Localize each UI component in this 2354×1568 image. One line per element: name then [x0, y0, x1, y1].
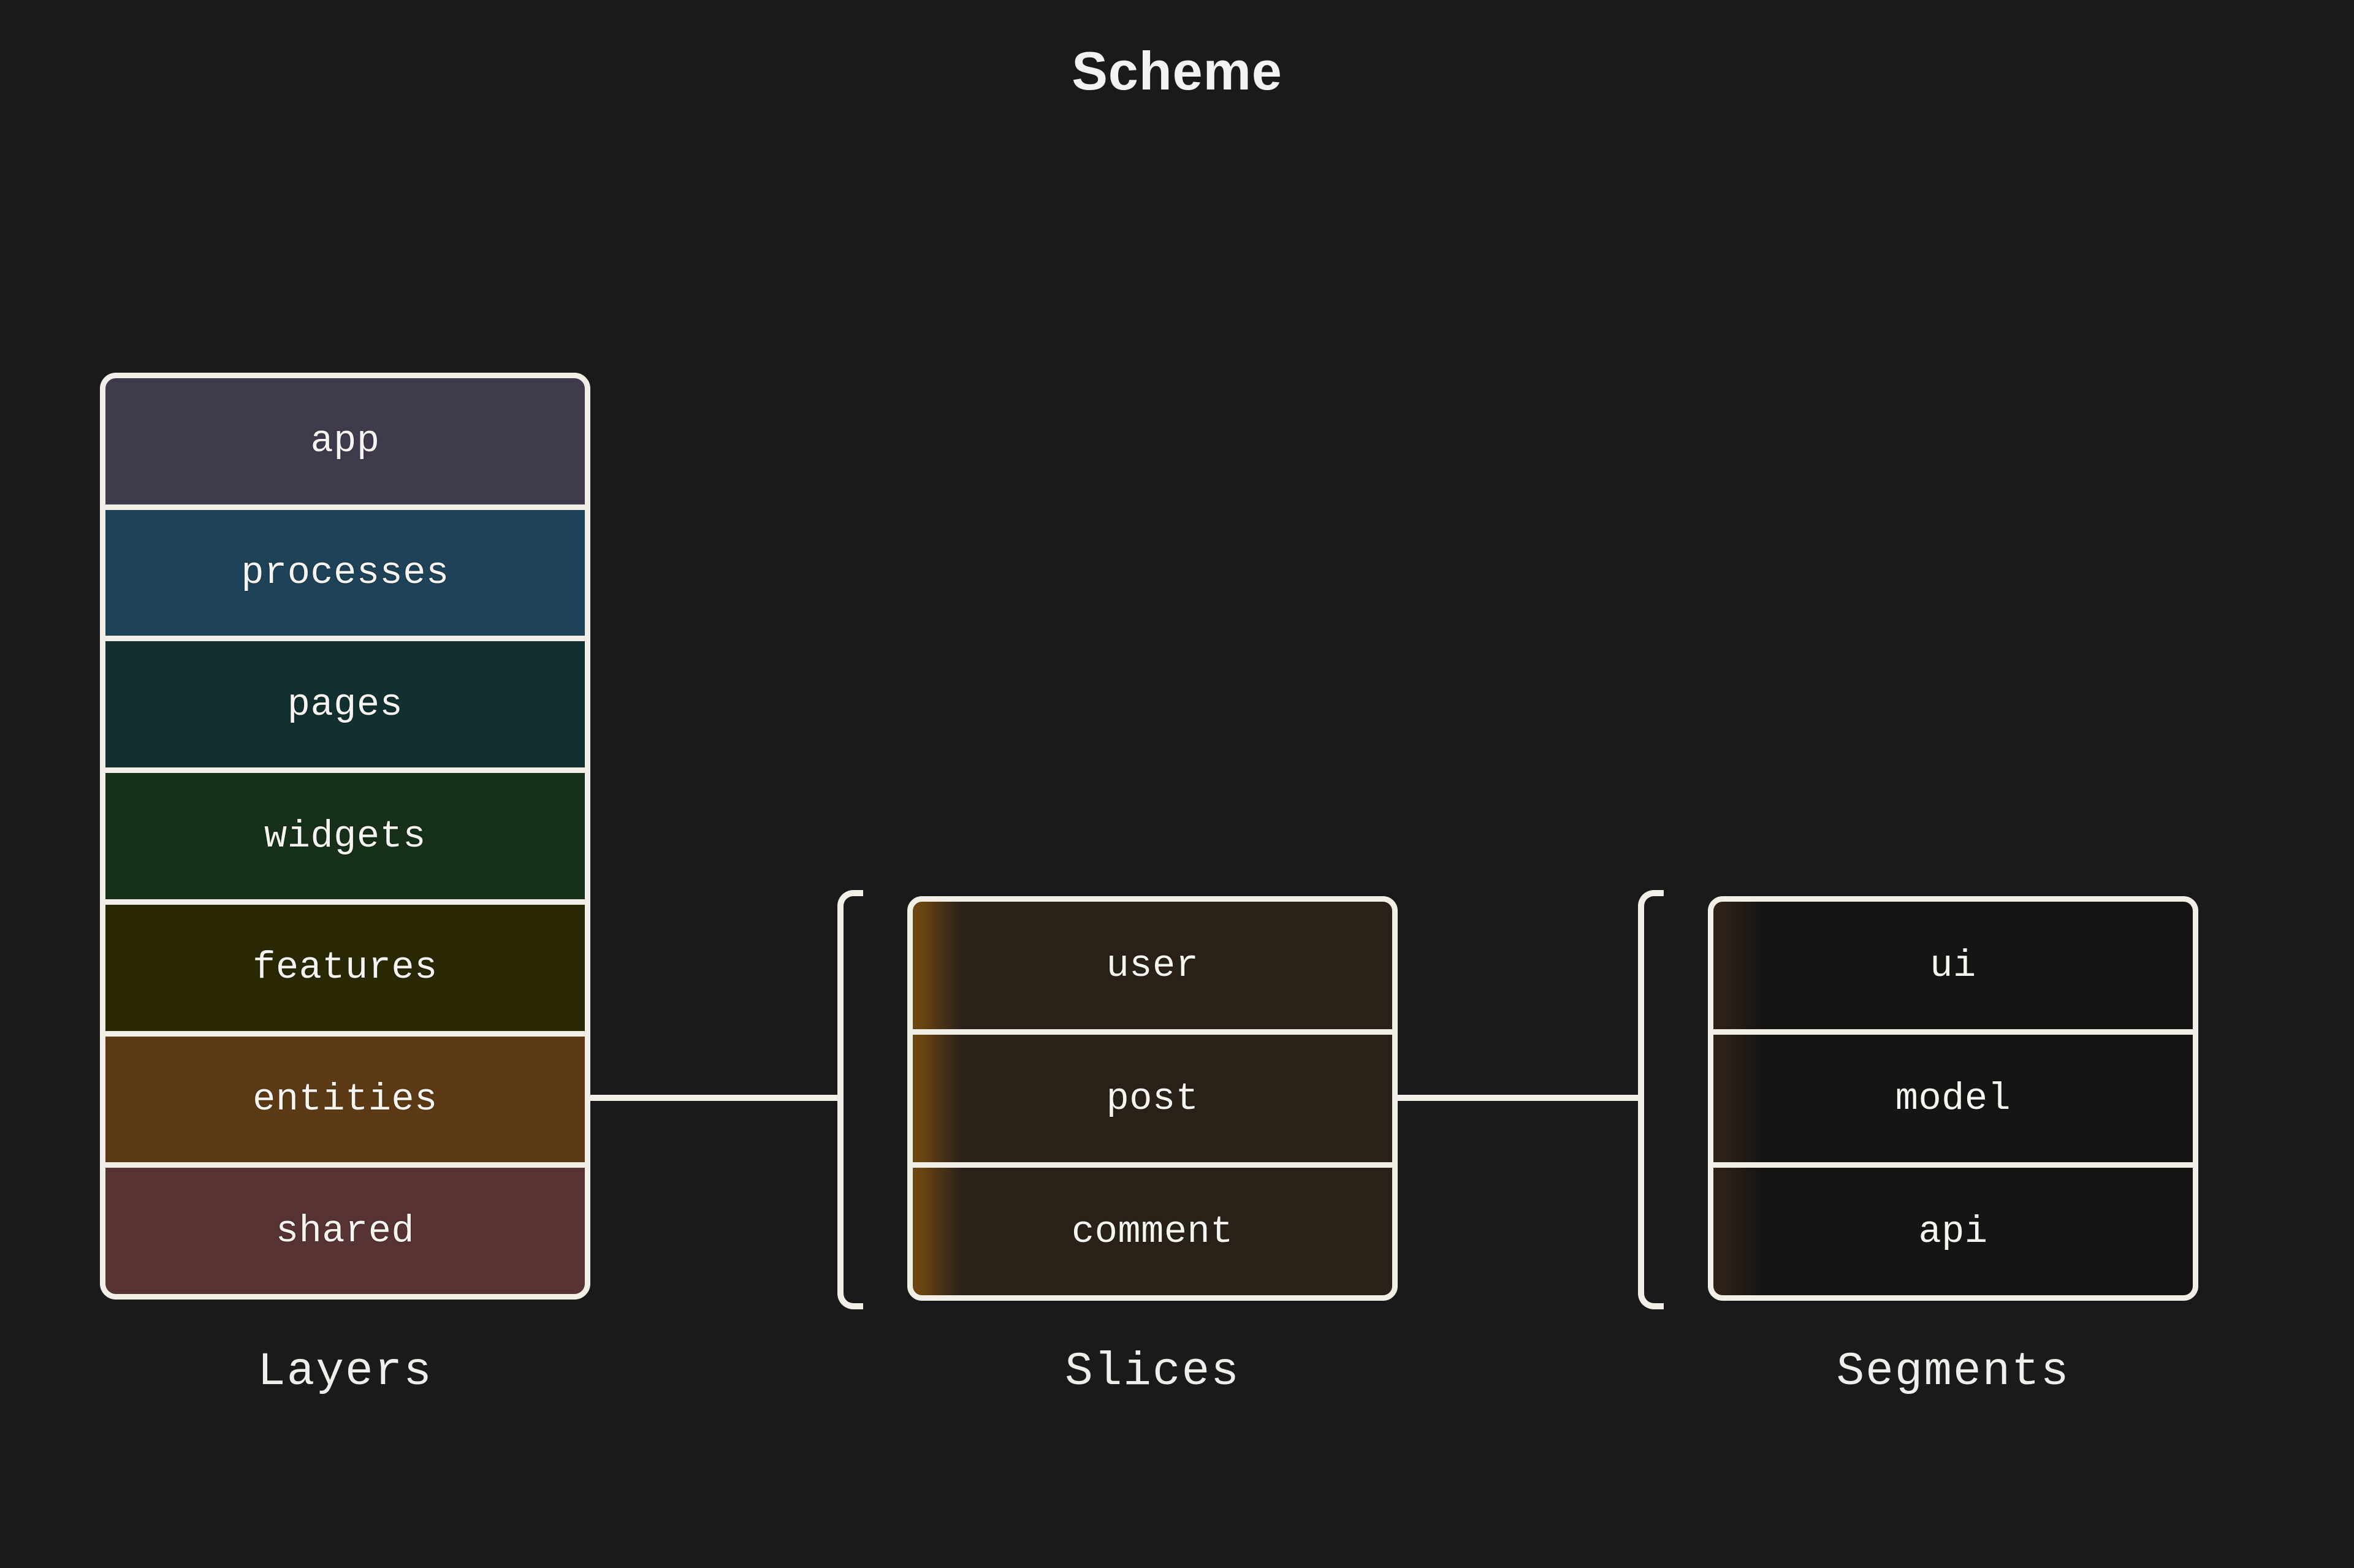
segment-label: api: [1918, 1209, 1988, 1254]
segments-bracket-icon: [1638, 890, 1664, 1309]
segment-cell[interactable]: api: [1713, 1168, 2193, 1295]
layer-label: app: [310, 419, 380, 463]
slices-stack: user post comment: [907, 896, 1398, 1301]
layer-label: pages: [287, 682, 403, 726]
layer-cell[interactable]: shared: [105, 1168, 585, 1294]
connector-slices-to-segments: [1393, 1095, 1644, 1101]
layer-label: entities: [253, 1077, 438, 1121]
slices-bracket-icon: [837, 890, 863, 1309]
slice-cell[interactable]: post: [913, 1035, 1392, 1168]
layer-cell[interactable]: widgets: [105, 773, 585, 905]
connector-layers-to-slices: [585, 1095, 843, 1101]
layer-cell[interactable]: features: [105, 904, 585, 1037]
slice-label: comment: [1072, 1209, 1233, 1254]
layer-cell[interactable]: entities: [105, 1036, 585, 1168]
layer-cell[interactable]: app: [105, 378, 585, 510]
layer-label: shared: [275, 1209, 415, 1253]
layer-cell[interactable]: pages: [105, 641, 585, 774]
segment-cell[interactable]: model: [1713, 1035, 2193, 1168]
layer-cell[interactable]: processes: [105, 509, 585, 642]
slice-cell[interactable]: user: [913, 902, 1392, 1035]
layers-caption: Layers: [257, 1345, 433, 1398]
layer-label: widgets: [264, 814, 426, 858]
layers-stack: app processes pages widgets features ent…: [100, 373, 590, 1300]
segments-stack: ui model api: [1708, 896, 2198, 1301]
segment-cell[interactable]: ui: [1713, 902, 2193, 1035]
segments-caption: Segments: [1836, 1345, 2070, 1398]
layer-label: features: [253, 946, 438, 990]
segment-label: ui: [1930, 943, 1976, 988]
slice-label: post: [1106, 1076, 1199, 1121]
page-title: Scheme: [1072, 40, 1282, 101]
slice-label: user: [1106, 943, 1199, 988]
layer-label: processes: [241, 551, 449, 595]
segment-label: model: [1895, 1076, 2011, 1121]
slices-caption: Slices: [1065, 1345, 1240, 1398]
slice-cell[interactable]: comment: [913, 1168, 1392, 1295]
